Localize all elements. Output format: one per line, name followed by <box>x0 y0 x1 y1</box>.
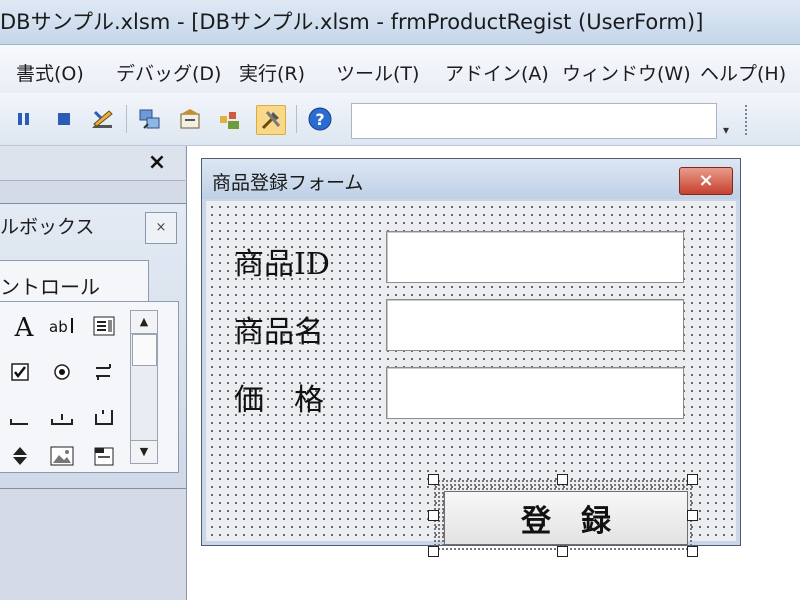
toolbox-icon[interactable] <box>256 105 286 135</box>
textbox-icon[interactable]: ab <box>46 310 78 342</box>
project-explorer-icon[interactable] <box>136 105 164 133</box>
menu-tools[interactable]: ツール(T) <box>336 59 419 86</box>
window-title-bar: DBサンプル.xlsm - [DBサンプル.xlsm - frmProductR… <box>0 0 800 45</box>
svg-text:?: ? <box>315 110 324 129</box>
resize-handle-br[interactable] <box>687 546 698 557</box>
combobox-icon[interactable] <box>88 310 120 342</box>
togglebutton-icon[interactable] <box>88 356 120 388</box>
toolbar-grip[interactable] <box>745 105 751 135</box>
userform-close-button[interactable]: × <box>679 167 733 195</box>
toolbox-tab-label: ントロール <box>0 275 100 299</box>
label-product-name[interactable]: 商品名 <box>234 307 324 351</box>
label-price[interactable]: 価 格 <box>234 375 324 419</box>
commandbutton-icon[interactable] <box>46 400 78 432</box>
menu-addins[interactable]: アドイン(A) <box>445 59 549 86</box>
menu-help[interactable]: ヘルプ(H) <box>700 59 786 86</box>
image-icon[interactable] <box>46 440 78 472</box>
menu-format[interactable]: 書式(O) <box>16 59 84 86</box>
userform-window[interactable]: 商品登録フォーム × 商品ID 商品名 価 格 登 録 <box>201 158 741 557</box>
resize-handle-mr[interactable] <box>687 510 698 521</box>
scroll-thumb[interactable] <box>132 334 157 366</box>
scroll-down-icon[interactable]: ▼ <box>131 440 157 463</box>
tabstrip-icon[interactable] <box>88 400 120 432</box>
toolbox-controls-panel: A ab ▲ ▼ <box>0 301 179 473</box>
svg-text:A: A <box>14 313 35 340</box>
left-panel-header: × <box>0 146 185 181</box>
frame-icon[interactable] <box>4 400 36 432</box>
stop-icon[interactable] <box>50 105 78 133</box>
object-browser-icon[interactable] <box>216 105 244 133</box>
close-icon[interactable]: × <box>144 151 170 175</box>
resize-handle-bm[interactable] <box>557 546 568 557</box>
pause-icon[interactable] <box>10 105 38 133</box>
toolbox-close-icon[interactable]: × <box>145 212 177 244</box>
help-icon[interactable]: ? <box>306 105 334 133</box>
resize-handle-bl[interactable] <box>428 546 439 557</box>
resize-handle-ml[interactable] <box>428 510 439 521</box>
label-icon[interactable]: A <box>8 310 40 342</box>
multipage-icon[interactable] <box>88 440 120 472</box>
toolbar-combo[interactable] <box>351 103 717 139</box>
userform-title-bar: 商品登録フォーム × <box>202 159 740 199</box>
label-product-id[interactable]: 商品ID <box>234 239 330 283</box>
textbox-product-id[interactable] <box>386 231 684 283</box>
textbox-product-name[interactable] <box>386 299 684 351</box>
menu-debug[interactable]: デバッグ(D) <box>116 59 221 86</box>
window-title: DBサンプル.xlsm - [DBサンプル.xlsm - frmProductR… <box>0 10 704 34</box>
svg-text:ab: ab <box>49 318 68 336</box>
design-mode-icon[interactable] <box>88 105 116 133</box>
userform-title: 商品登録フォーム <box>212 172 364 194</box>
properties-window-icon[interactable] <box>176 105 204 133</box>
scroll-up-icon[interactable]: ▲ <box>131 311 157 334</box>
menu-bar: 書式(O) デバッグ(D) 実行(R) ツール(T) アドイン(A) ウィンドウ… <box>0 45 800 93</box>
toolbox-window: ルボックス × ントロール A ab ▲ ▼ <box>0 203 187 489</box>
toolbox-title: ルボックス <box>0 216 95 238</box>
resize-handle-tr[interactable] <box>687 474 698 485</box>
menu-window[interactable]: ウィンドウ(W) <box>562 59 691 86</box>
resize-handle-tl[interactable] <box>428 474 439 485</box>
toolbox-tab-controls[interactable]: ントロール <box>0 260 149 303</box>
combo-dropdown-icon[interactable]: ▾ <box>718 103 734 137</box>
checkbox-icon[interactable] <box>4 356 36 388</box>
menu-run[interactable]: 実行(R) <box>239 59 305 86</box>
toolbox-scrollbar[interactable]: ▲ ▼ <box>130 310 158 464</box>
resize-handle-tm[interactable] <box>557 474 568 485</box>
userform-client-area[interactable]: 商品ID 商品名 価 格 登 録 <box>206 201 736 557</box>
register-button[interactable]: 登 録 <box>444 491 688 545</box>
spinbutton-icon[interactable] <box>4 440 36 472</box>
textbox-price[interactable] <box>386 367 684 419</box>
optionbutton-icon[interactable] <box>46 356 78 388</box>
